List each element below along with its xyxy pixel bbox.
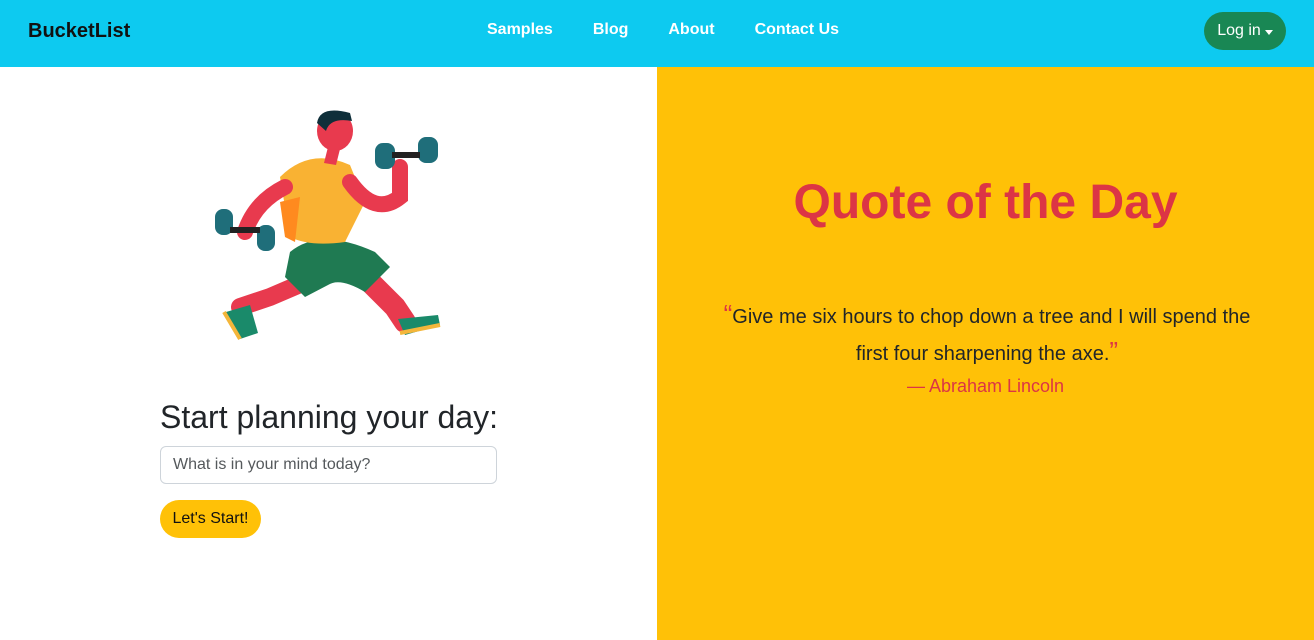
navbar: BucketList Samples Blog About Contact Us…: [0, 0, 1314, 67]
nav-links: Samples Blog About Contact Us: [467, 21, 859, 39]
open-quote-icon: “: [723, 299, 733, 329]
quote-author: — Abraham Lincoln: [906, 376, 1065, 396]
nav-link-about[interactable]: About: [648, 21, 734, 39]
quote-pane: Quote of the Day “Give me six hours to c…: [657, 67, 1314, 640]
nav-link-samples[interactable]: Samples: [467, 21, 573, 39]
login-dropdown-button[interactable]: Log in: [1204, 12, 1286, 50]
nav-link-contact-us[interactable]: Contact Us: [735, 21, 859, 39]
login-label: Log in: [1217, 22, 1261, 39]
nav-link-blog[interactable]: Blog: [573, 21, 649, 39]
quote-text-block: “Give me six hours to chop down a tree a…: [717, 299, 1257, 373]
planner-pane: Start planning your day: Let's Start!: [0, 67, 657, 640]
quote-title: Quote of the Day: [793, 176, 1178, 229]
quote-text: Give me six hours to chop down a tree an…: [732, 306, 1251, 365]
caret-down-icon: [1264, 29, 1273, 35]
planner-heading: Start planning your day:: [160, 399, 498, 435]
brand-logo[interactable]: BucketList: [28, 20, 130, 43]
plan-input[interactable]: [160, 446, 497, 484]
lets-start-button[interactable]: Let's Start!: [160, 500, 261, 538]
running-man-illustration: [215, 110, 441, 341]
close-quote-icon: ”: [1109, 336, 1119, 366]
